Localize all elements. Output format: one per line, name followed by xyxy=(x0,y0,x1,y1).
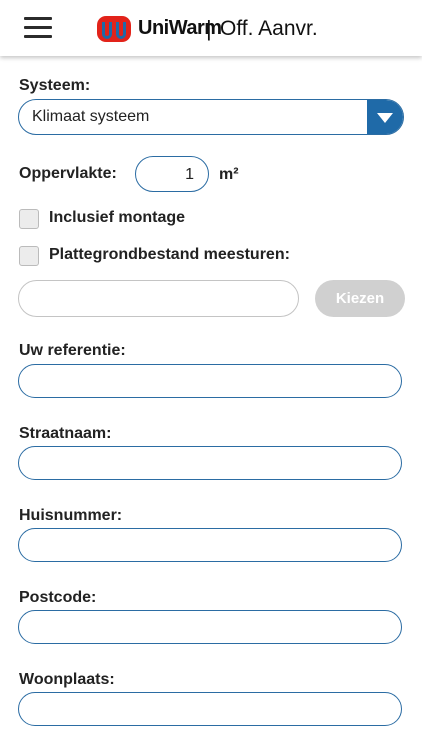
system-select[interactable]: Klimaat systeem xyxy=(18,99,404,135)
street-input[interactable] xyxy=(18,446,402,480)
file-path-field[interactable] xyxy=(18,280,299,317)
postcode-input[interactable] xyxy=(18,610,402,644)
area-unit: m² xyxy=(219,166,239,183)
uniwarm-logo-icon xyxy=(97,16,131,42)
area-label: Oppervlakte: xyxy=(19,165,117,182)
choose-file-button[interactable]: Kiezen xyxy=(315,280,405,317)
chevron-down-icon[interactable] xyxy=(367,100,403,134)
area-input[interactable]: 1 xyxy=(135,156,209,192)
attach-floorplan-checkbox[interactable] xyxy=(19,246,39,266)
page-title: Off. Aanvr. xyxy=(220,17,318,40)
house-number-label: Huisnummer: xyxy=(19,507,123,524)
include-installation-checkbox[interactable] xyxy=(19,209,39,229)
menu-icon[interactable] xyxy=(24,16,52,38)
system-label: Systeem: xyxy=(19,77,91,94)
postcode-label: Postcode: xyxy=(19,589,97,606)
app-header: UniWarm | Off. Aanvr. xyxy=(0,0,422,56)
include-installation-label: Inclusief montage xyxy=(49,209,186,226)
area-input-value: 1 xyxy=(185,166,194,183)
city-label: Woonplaats: xyxy=(19,671,115,688)
reference-label: Uw referentie: xyxy=(19,342,126,359)
city-input[interactable] xyxy=(18,692,402,726)
title-separator: | xyxy=(206,16,212,41)
system-select-value: Klimaat systeem xyxy=(32,108,150,125)
house-number-input[interactable] xyxy=(18,528,402,562)
reference-input[interactable] xyxy=(18,364,402,398)
street-label: Straatnaam: xyxy=(19,425,112,442)
attach-floorplan-label: Plattegrondbestand meesturen: xyxy=(49,246,290,263)
